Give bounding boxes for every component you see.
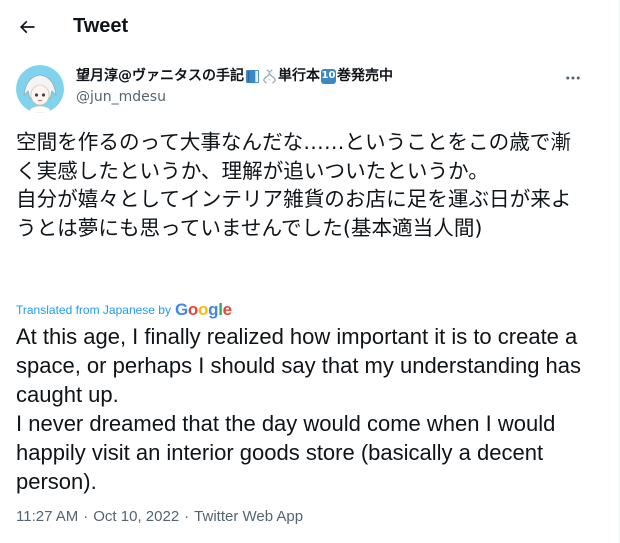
arrow-left-icon xyxy=(19,20,35,34)
author-handle[interactable]: @jun_mdesu xyxy=(76,87,393,107)
translated-label: Translated from Japanese by xyxy=(16,303,171,317)
page-header: Tweet xyxy=(0,0,619,53)
author-name-part2: 単行本 xyxy=(278,68,320,84)
google-logo: Google xyxy=(174,300,232,319)
tweet-metadata: 11:27 AM · Oct 10, 2022 · Twitter Web Ap… xyxy=(16,508,303,525)
author-display-name[interactable]: 望月淳@ヴァニタスの手記 単行本 10 巻発売中 xyxy=(76,66,393,86)
tweet-original-text: 空間を作るのって大事なんだな……ということをこの歳で漸く実感したというか、理解が… xyxy=(16,130,572,240)
author-name-part1: 望月淳@ヴァニタスの手記 xyxy=(76,68,244,84)
tweet-date[interactable]: Oct 10, 2022 xyxy=(93,508,179,525)
translation-attribution[interactable]: Translated from Japanese by Google xyxy=(16,300,232,320)
tweet-translated-text: At this age, I finally realized how impo… xyxy=(16,324,582,494)
separator: · xyxy=(83,508,89,525)
more-dots-icon xyxy=(566,76,580,80)
tweet-time[interactable]: 11:27 AM xyxy=(16,508,78,525)
anime-character-avatar-icon xyxy=(16,65,64,113)
author-info[interactable]: 望月淳@ヴァニタスの手記 単行本 10 巻発売中 @jun_mdesu xyxy=(76,66,393,107)
separator: · xyxy=(184,508,190,525)
more-button[interactable] xyxy=(563,68,583,88)
author-name-part3: 巻発売中 xyxy=(337,68,393,84)
blue-book-icon xyxy=(245,69,260,83)
page-title: Tweet xyxy=(73,15,129,37)
dna-icon xyxy=(263,68,276,84)
avatar[interactable] xyxy=(16,65,64,113)
keycap-ten-icon: 10 xyxy=(321,68,336,84)
back-button[interactable] xyxy=(12,12,42,42)
tweet-source[interactable]: Twitter Web App xyxy=(194,508,303,525)
